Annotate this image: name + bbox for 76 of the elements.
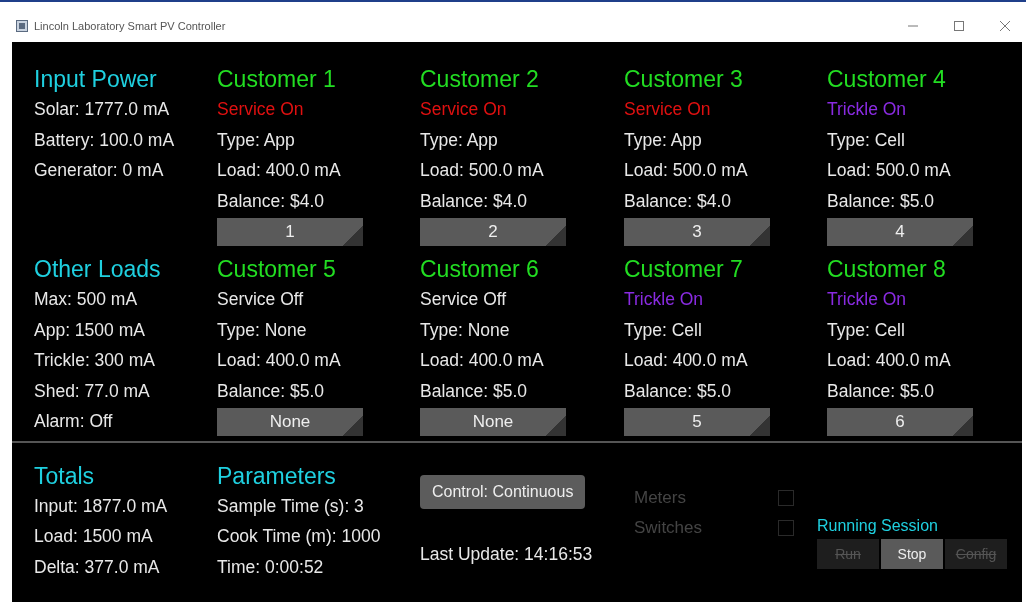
customer-button[interactable]: None: [420, 408, 566, 436]
service-status: Service Off: [217, 288, 305, 311]
customer-heading: Customer 8: [827, 255, 947, 284]
customer-button[interactable]: 4: [827, 218, 973, 246]
option-label: Meters: [634, 487, 686, 508]
reading-text: Alarm: Off: [34, 410, 114, 433]
reading-text: App: 1500 mA: [34, 318, 146, 342]
parameter-text: Time: 0:00:52: [217, 555, 325, 579]
customer-heading: Customer 6: [420, 255, 540, 284]
parameter-text: Cook Time (m): 1000: [217, 525, 382, 548]
balance-text: Balance: $5.0: [827, 379, 936, 403]
session-button[interactable]: Stop: [881, 538, 943, 569]
customer-button[interactable]: None: [217, 408, 363, 436]
reading-text: Shed: 77.0 mA: [34, 379, 151, 403]
customer-button[interactable]: 1: [217, 218, 363, 246]
option-label: Switches: [634, 517, 703, 538]
customer-heading: Customer 5: [217, 255, 337, 284]
reading-text: Generator: 0 mA: [34, 159, 165, 182]
load-text: Load: 500.0 mA: [420, 159, 545, 182]
control-button[interactable]: Control: Continuous: [420, 474, 586, 509]
service-status: Service Off: [420, 288, 508, 311]
balance-text: Balance: $5.0: [624, 379, 733, 403]
customer-button[interactable]: 2: [420, 218, 566, 246]
app-icon: [16, 20, 28, 32]
service-status: Trickle On: [624, 288, 705, 311]
section-heading: Input Power: [34, 65, 158, 94]
service-status: Trickle On: [827, 288, 908, 311]
reading-text: Max: 500 mA: [34, 288, 139, 311]
service-status: Trickle On: [827, 98, 908, 121]
type-text: Type: App: [217, 128, 296, 152]
customer-button[interactable]: 6: [827, 408, 973, 436]
load-text: Load: 400.0 mA: [420, 349, 545, 372]
load-text: Load: 400.0 mA: [624, 349, 749, 372]
section-heading: Parameters: [217, 461, 337, 491]
customer-heading: Customer 2: [420, 65, 540, 94]
balance-text: Balance: $5.0: [217, 379, 326, 403]
reading-text: Load: 1500 mA: [34, 525, 154, 548]
reading-text: Solar: 1777.0 mA: [34, 98, 171, 121]
service-status: Service On: [420, 98, 508, 121]
type-text: Type: Cell: [827, 128, 906, 152]
parameter-text: Sample Time (s): 3: [217, 494, 365, 518]
last-update-text: Last Update: 14:16:53: [420, 542, 594, 566]
type-text: Type: None: [420, 318, 511, 342]
customer-button[interactable]: 3: [624, 218, 770, 246]
balance-text: Balance: $4.0: [217, 189, 326, 213]
load-text: Load: 400.0 mA: [217, 349, 342, 372]
window-title: Lincoln Laboratory Smart PV Controller: [34, 20, 226, 32]
reading-text: Trickle: 300 mA: [34, 349, 156, 372]
load-text: Load: 400.0 mA: [217, 159, 342, 182]
type-text: Type: None: [217, 318, 308, 342]
type-text: Type: Cell: [827, 318, 906, 342]
load-text: Load: 500.0 mA: [827, 159, 952, 182]
load-text: Load: 500.0 mA: [624, 159, 749, 182]
balance-text: Balance: $4.0: [420, 189, 529, 213]
reading-text: Input: 1877.0 mA: [34, 494, 169, 518]
reading-text: Delta: 377.0 mA: [34, 555, 161, 579]
balance-text: Balance: $5.0: [827, 189, 936, 213]
customer-heading: Customer 1: [217, 65, 337, 94]
type-text: Type: App: [624, 128, 703, 152]
section-heading: Other Loads: [34, 255, 162, 284]
service-status: Service On: [624, 98, 712, 121]
balance-text: Balance: $5.0: [420, 379, 529, 403]
session-status: Running Session: [817, 515, 939, 536]
reading-text: Battery: 100.0 mA: [34, 128, 176, 152]
type-text: Type: Cell: [624, 318, 703, 342]
customer-heading: Customer 7: [624, 255, 744, 284]
section-heading: Totals: [34, 461, 96, 491]
load-text: Load: 400.0 mA: [827, 349, 952, 372]
customer-heading: Customer 4: [827, 65, 947, 94]
type-text: Type: App: [420, 128, 499, 152]
customer-heading: Customer 3: [624, 65, 744, 94]
balance-text: Balance: $4.0: [624, 189, 733, 213]
close-icon[interactable]: [1000, 21, 1010, 31]
customer-button[interactable]: 5: [624, 408, 770, 436]
maximize-icon[interactable]: [954, 21, 964, 31]
service-status: Service On: [217, 98, 305, 121]
